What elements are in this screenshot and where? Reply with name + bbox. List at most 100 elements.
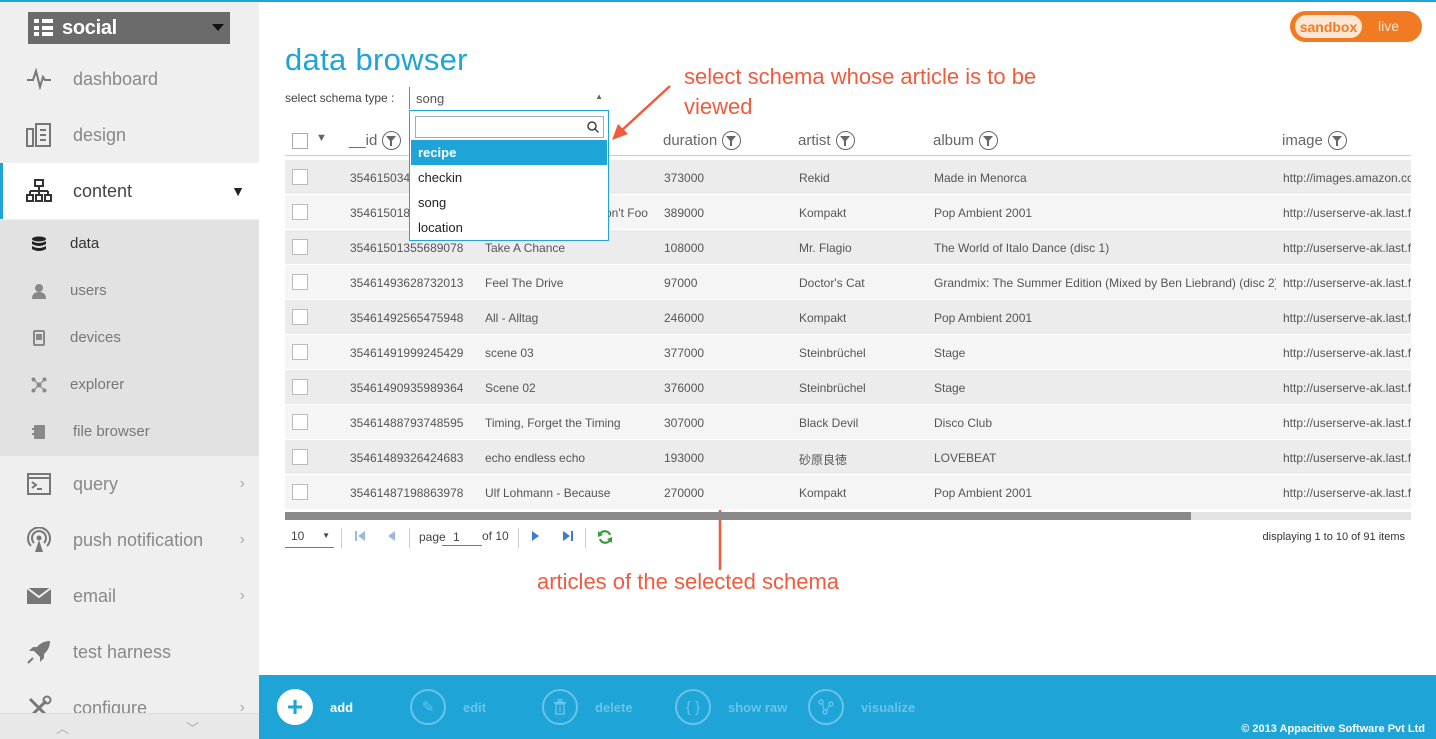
horizontal-scrollbar[interactable] xyxy=(285,512,1411,520)
row-checkbox[interactable] xyxy=(292,309,308,325)
filter-icon[interactable] xyxy=(722,131,742,150)
cell-title: on't Foo xyxy=(605,206,648,220)
table-row[interactable]: 35461489326424683 echo endless echo 1930… xyxy=(285,440,1411,475)
add-button[interactable]: + add xyxy=(277,689,353,725)
dropdown-search-input[interactable] xyxy=(415,116,604,138)
sidebar-subitem-file-browser[interactable]: file browser xyxy=(0,408,259,455)
row-checkbox[interactable] xyxy=(292,344,308,360)
column-header-artist[interactable]: artist xyxy=(798,131,855,150)
cell-artist: Black Devil xyxy=(799,416,859,430)
sidebar-item-label: email xyxy=(73,585,117,606)
dropdown-option-song[interactable]: song xyxy=(411,190,607,215)
cell-id: 35461501355689078 xyxy=(350,241,464,255)
chevron-right-icon: › xyxy=(239,475,245,492)
edit-button[interactable]: ✎ edit xyxy=(410,689,486,725)
cell-id: 35461488793748595 xyxy=(350,416,464,430)
chevron-down-icon[interactable]: ▼ xyxy=(316,132,327,144)
sidebar-scroll-controls: ︿ ﹀ xyxy=(0,713,259,739)
cell-title: echo endless echo xyxy=(485,451,586,465)
row-checkbox[interactable] xyxy=(292,484,308,500)
sidebar-item-content[interactable]: content ▼ xyxy=(0,163,259,219)
grid-icon xyxy=(34,19,54,37)
show-raw-button[interactable]: { } show raw xyxy=(675,689,787,725)
dropdown-option-recipe[interactable]: recipe xyxy=(411,140,607,165)
sidebar-item-query[interactable]: query › xyxy=(0,456,259,512)
visualize-button[interactable]: visualize xyxy=(808,689,915,725)
app-selector[interactable]: social xyxy=(28,12,230,44)
sidebar-item-email[interactable]: email › xyxy=(0,568,259,624)
select-all-checkbox[interactable] xyxy=(292,133,308,149)
schema-type-select[interactable]: song ▲ xyxy=(409,87,609,109)
schema-dropdown: recipe checkin song location xyxy=(409,110,609,241)
cell-duration: 270000 xyxy=(664,486,705,500)
caret-down-icon xyxy=(212,24,224,31)
cell-album: Pop Ambient 2001 xyxy=(934,206,1033,220)
prev-page-icon[interactable] xyxy=(387,530,395,545)
sidebar-subitem-users[interactable]: users xyxy=(0,267,259,314)
scroll-down-icon[interactable]: ﹀ xyxy=(186,718,199,737)
sidebar-item-push-notification[interactable]: push notification › xyxy=(0,512,259,568)
environment-toggle[interactable]: sandbox live xyxy=(1290,11,1422,42)
sidebar-subitem-data[interactable]: data xyxy=(0,220,259,267)
delete-button[interactable]: delete xyxy=(542,689,633,725)
annotation-arrow-top xyxy=(612,85,671,140)
app-name: social xyxy=(62,16,117,39)
pencil-icon: ✎ xyxy=(410,689,446,725)
table-row[interactable]: 35461490935989364 Scene 02 376000 Steinb… xyxy=(285,370,1411,405)
sidebar-subitem-devices[interactable]: devices xyxy=(0,314,259,361)
filter-icon[interactable] xyxy=(835,131,855,150)
broadcast-icon xyxy=(26,527,52,553)
filter-icon[interactable] xyxy=(978,131,998,150)
device-icon xyxy=(31,329,47,346)
row-checkbox[interactable] xyxy=(292,274,308,290)
column-label: image xyxy=(1282,132,1323,149)
table-row[interactable]: 35461492565475948 All - Alltag 246000 Ko… xyxy=(285,300,1411,335)
cell-duration: 108000 xyxy=(664,241,705,255)
row-checkbox[interactable] xyxy=(292,239,308,255)
sidebar-item-test-harness[interactable]: test harness xyxy=(0,624,259,680)
scrollbar-thumb[interactable] xyxy=(285,512,1191,520)
row-checkbox[interactable] xyxy=(292,169,308,185)
page-of-label: of 10 xyxy=(482,529,509,543)
dropdown-option-location[interactable]: location xyxy=(411,215,607,240)
table-row[interactable]: 35461493628732013 Feel The Drive 97000 D… xyxy=(285,265,1411,300)
filter-icon[interactable] xyxy=(382,131,402,150)
cell-image: http://userserve-ak.last.f xyxy=(1283,486,1411,500)
scroll-up-icon[interactable]: ︿ xyxy=(56,718,69,737)
annotation-select-schema: select schema whose article is to be vie… xyxy=(684,64,1037,119)
cell-image: http://images.amazon.co xyxy=(1283,171,1411,185)
schema-type-label: select schema type : xyxy=(285,91,395,105)
cell-title: Scene 02 xyxy=(485,381,536,395)
sandbox-option[interactable]: sandbox xyxy=(1295,15,1362,38)
page-size-select[interactable]: 10 ▼ xyxy=(285,526,334,548)
last-page-icon[interactable] xyxy=(563,530,573,545)
table-row[interactable]: 35461487198863978 Ulf Lohmann - Because … xyxy=(285,475,1411,510)
row-checkbox[interactable] xyxy=(292,449,308,465)
pager-separator xyxy=(409,528,410,548)
column-header-image[interactable]: image xyxy=(1282,131,1347,150)
sidebar-subitem-label: devices xyxy=(70,329,121,346)
first-page-icon[interactable] xyxy=(355,530,365,545)
sidebar-item-dashboard[interactable]: dashboard xyxy=(0,51,259,107)
cell-album: Stage xyxy=(934,381,966,395)
cell-title: Feel The Drive xyxy=(485,276,564,290)
page-number-input[interactable]: 1 xyxy=(442,528,482,546)
sidebar-subitem-explorer[interactable]: explorer xyxy=(0,361,259,408)
column-header-album[interactable]: album xyxy=(933,131,998,150)
row-checkbox[interactable] xyxy=(292,379,308,395)
dropdown-option-checkin[interactable]: checkin xyxy=(411,165,607,190)
table-row[interactable]: 35461488793748595 Timing, Forget the Tim… xyxy=(285,405,1411,440)
envelope-icon xyxy=(26,583,52,609)
filter-icon[interactable] xyxy=(1327,131,1347,150)
row-checkbox[interactable] xyxy=(292,414,308,430)
cell-title: scene 03 xyxy=(485,346,534,360)
sidebar-item-design[interactable]: design xyxy=(0,107,259,163)
column-header-id[interactable]: __id xyxy=(349,131,402,150)
live-option[interactable]: live xyxy=(1378,18,1399,34)
next-page-icon[interactable] xyxy=(532,530,540,545)
table-row[interactable]: 35461491999245429 scene 03 377000 Steinb… xyxy=(285,335,1411,370)
cell-image: http://userserve-ak.last.f xyxy=(1283,276,1411,290)
refresh-icon[interactable] xyxy=(597,529,613,550)
row-checkbox[interactable] xyxy=(292,204,308,220)
cell-duration: 307000 xyxy=(664,416,705,430)
